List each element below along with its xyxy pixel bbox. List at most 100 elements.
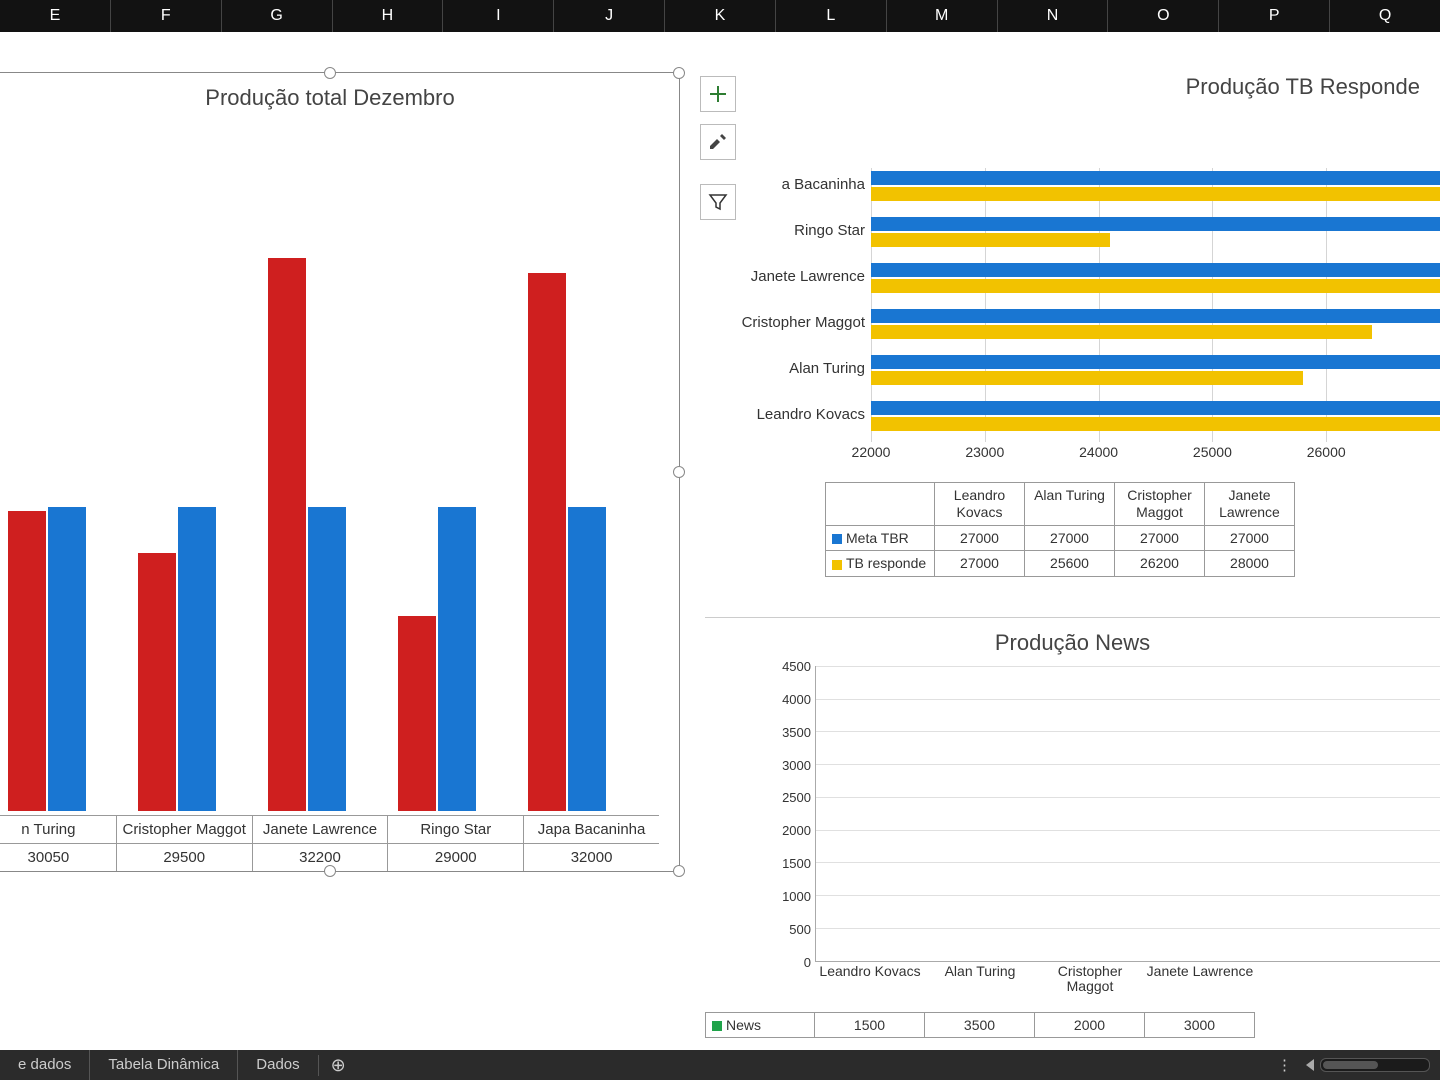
category-label: Cristopher Maggot (117, 816, 253, 843)
data-value: 27000 (1205, 526, 1295, 552)
chart-title: Produção News (705, 622, 1440, 658)
table-header: Janete Lawrence (1205, 482, 1295, 526)
chart-title: Produção TB Responde (705, 74, 1440, 100)
bar-meta-tbr[interactable] (871, 263, 1440, 277)
resize-handle[interactable] (673, 67, 685, 79)
bar-series2[interactable] (568, 507, 606, 811)
col-header[interactable]: M (887, 0, 998, 32)
data-value: 28000 (1205, 551, 1295, 577)
category-label: Leandro Kovacs (715, 406, 865, 423)
category-label: Janete Lawrence (715, 268, 865, 285)
category-label: Cristopher Maggot (715, 314, 865, 331)
bar-meta-tbr[interactable] (871, 171, 1440, 185)
new-sheet-button[interactable]: ⊕ (318, 1055, 358, 1076)
col-header[interactable]: K (665, 0, 776, 32)
col-header[interactable]: O (1108, 0, 1219, 32)
sheet-options-button[interactable]: ⋮ (1271, 1056, 1300, 1074)
category-label: Alan Turing (715, 360, 865, 377)
bar-series1[interactable] (138, 553, 176, 811)
y-axis-ticks: 450040003500 300025002000 15001000500 0 (763, 666, 811, 962)
bar-tb-responde[interactable] (871, 325, 1372, 339)
chart-gridlines (816, 666, 1440, 961)
chart-data-table: n Turing Cristopher Maggot Janete Lawren… (0, 815, 659, 871)
chart-plot-area[interactable] (0, 133, 659, 811)
category-label: Ringo Star (388, 816, 524, 843)
table-header: Alan Turing (1025, 482, 1115, 526)
chart-data-table: News 1500 3500 2000 3000 (705, 1012, 1440, 1038)
horizontal-scrollbar[interactable] (1320, 1058, 1430, 1072)
col-header[interactable]: E (0, 0, 111, 32)
col-header[interactable]: J (554, 0, 665, 32)
data-value: 2000 (1035, 1012, 1145, 1038)
chart-title: Produção total Dezembro (0, 73, 679, 117)
col-header[interactable]: P (1219, 0, 1330, 32)
table-header: Cristopher Maggot (1115, 482, 1205, 526)
table-header (825, 482, 935, 526)
category-label: Ringo Star (715, 222, 865, 239)
bar-series2[interactable] (438, 507, 476, 811)
bar-tb-responde[interactable] (871, 417, 1440, 431)
legend-entry: TB responde (825, 551, 935, 577)
data-value: 29500 (117, 844, 253, 872)
bar-series2[interactable] (308, 507, 346, 811)
resize-handle[interactable] (324, 67, 336, 79)
data-value: 27000 (935, 551, 1025, 577)
category-label: Janete Lawrence (253, 816, 389, 843)
data-value: 26200 (1115, 551, 1205, 577)
sheet-tab[interactable]: Tabela Dinâmica (89, 1050, 237, 1080)
bar-tb-responde[interactable] (871, 233, 1110, 247)
data-value: 29000 (388, 844, 524, 872)
resize-handle[interactable] (673, 466, 685, 478)
bar-tb-responde[interactable] (871, 187, 1440, 201)
col-header[interactable]: L (776, 0, 887, 32)
data-value: 32200 (253, 844, 389, 872)
col-header[interactable]: H (333, 0, 444, 32)
bar-series1[interactable] (398, 616, 436, 811)
bar-meta-tbr[interactable] (871, 355, 1440, 369)
chart-producao-news[interactable]: Produção News 450040003500 300025002000 … (705, 617, 1440, 1050)
category-label: a Bacaninha (715, 176, 865, 193)
chart-producao-tb-responde[interactable]: Produção TB Responde a Bacaninha Ringo S… (705, 74, 1440, 604)
bar-series2[interactable] (48, 507, 86, 811)
bar-meta-tbr[interactable] (871, 401, 1440, 415)
bar-tb-responde[interactable] (871, 371, 1303, 385)
sheet-tab-bar: e dados Tabela Dinâmica Dados ⊕ ⋮ (0, 1050, 1440, 1080)
bar-tb-responde[interactable] (871, 279, 1440, 293)
sheet-tab[interactable]: Dados (237, 1050, 317, 1080)
col-header[interactable]: F (111, 0, 222, 32)
x-axis-ticks: 22000 23000 24000 25000 26000 (871, 444, 1440, 466)
bar-series1[interactable] (268, 258, 306, 811)
data-value: 1500 (815, 1012, 925, 1038)
col-header[interactable]: Q (1330, 0, 1440, 32)
bar-meta-tbr[interactable] (871, 309, 1440, 323)
sheet-tab[interactable]: e dados (0, 1050, 89, 1080)
data-value: 30050 (0, 844, 117, 872)
col-header[interactable]: N (998, 0, 1109, 32)
col-header[interactable]: I (443, 0, 554, 32)
bar-meta-tbr[interactable] (871, 217, 1440, 231)
data-value: 3500 (925, 1012, 1035, 1038)
worksheet-area[interactable]: Produção total Dezembro (0, 32, 1440, 1050)
category-label: Japa Bacaninha (524, 816, 659, 843)
col-header[interactable]: G (222, 0, 333, 32)
chart-plot-area[interactable] (815, 666, 1440, 962)
x-axis-labels: Leandro Kovacs Alan Turing Cristopher Ma… (815, 964, 1440, 998)
resize-handle[interactable] (673, 865, 685, 877)
data-value: 27000 (935, 526, 1025, 552)
bar-series1[interactable] (8, 511, 46, 811)
category-label: n Turing (0, 816, 117, 843)
data-value: 27000 (1025, 526, 1115, 552)
scrollbar-thumb[interactable] (1323, 1061, 1378, 1069)
data-value: 27000 (1115, 526, 1205, 552)
legend-entry: News (705, 1012, 815, 1038)
chart-data-table: Leandro Kovacs Alan Turing Cristopher Ma… (825, 482, 1440, 577)
bar-series2[interactable] (178, 507, 216, 811)
data-value: 3000 (1145, 1012, 1255, 1038)
chart-producao-total[interactable]: Produção total Dezembro (0, 72, 680, 872)
data-value: 32000 (524, 844, 659, 872)
scroll-left-button[interactable] (1306, 1059, 1314, 1071)
data-value: 25600 (1025, 551, 1115, 577)
table-header: Leandro Kovacs (935, 482, 1025, 526)
bar-series1[interactable] (528, 273, 566, 811)
column-header-row: E F G H I J K L M N O P Q (0, 0, 1440, 32)
